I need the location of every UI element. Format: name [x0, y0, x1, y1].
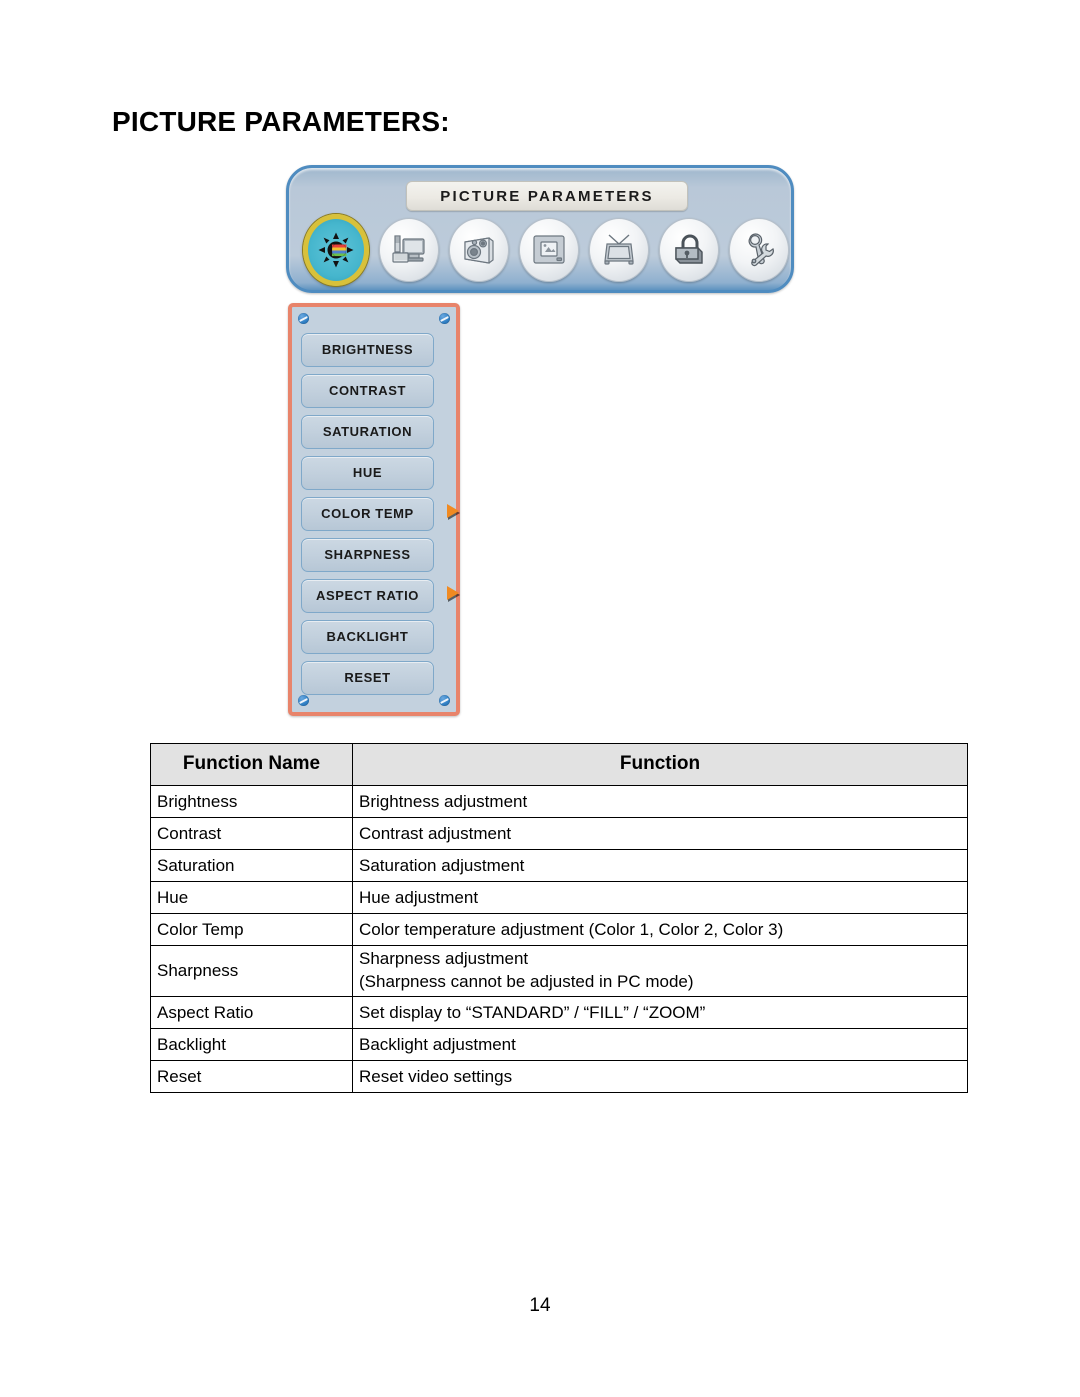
cell-function: Brightness adjustment [352, 785, 968, 818]
osd-menu-item-label: SATURATION [322, 424, 413, 439]
pc-monitor-icon[interactable] [379, 218, 439, 282]
osd-menu-item-saturation[interactable]: SATURATION [301, 411, 447, 452]
cell-function-name: Reset [150, 1059, 353, 1093]
audio-speaker-icon[interactable] [449, 218, 509, 282]
screw-icon [439, 313, 450, 324]
table-header-function-name: Function Name [150, 743, 353, 786]
cell-function: Set display to “STANDARD” / “FILL” / “ZO… [352, 995, 968, 1029]
cell-function: Backlight adjustment [352, 1027, 968, 1061]
osd-menu-item-color-temp[interactable]: COLOR TEMP [301, 493, 459, 534]
osd-toolbar-title-text: PICTURE PARAMETERS [440, 187, 654, 205]
cell-function-name: Contrast [150, 817, 353, 850]
function-table: Function Name Function Brightness Bright… [150, 743, 968, 1093]
table-header-function: Function [352, 743, 968, 786]
picture-icon[interactable] [303, 214, 369, 286]
cell-function: Contrast adjustment [352, 817, 968, 850]
setup-tools-icon[interactable] [729, 218, 789, 282]
osd-menu-list: BRIGHTNESS CONTRAST SATURATION HUE COLOR… [301, 329, 459, 698]
osd-menu-item-sharpness[interactable]: SHARPNESS [301, 534, 447, 575]
screen-mode-icon[interactable] [519, 218, 579, 282]
page-number: 14 [529, 1295, 551, 1316]
osd-menu-item-label: HUE [352, 465, 383, 480]
cell-function-name: Color Temp [150, 913, 353, 946]
cell-function-name: Brightness [150, 785, 353, 818]
table-row: Hue Hue adjustment [150, 881, 968, 914]
submenu-arrow-icon [447, 504, 459, 518]
table-row: Color Temp Color temperature adjustment … [150, 913, 968, 946]
cell-function: Saturation adjustment [352, 849, 968, 882]
cell-function: Sharpness adjustment (Sharpness cannot be… [352, 945, 968, 997]
cell-function-name: Hue [150, 881, 353, 914]
table-row: Reset Reset video settings [150, 1059, 968, 1093]
osd-menu-item-label: ASPECT RATIO [315, 588, 420, 603]
osd-menu-item-contrast[interactable]: CONTRAST [301, 370, 447, 411]
osd-menu-item-label: COLOR TEMP [321, 506, 414, 521]
table-row: Sharpness Sharpness adjustment (Sharpness… [150, 945, 968, 997]
table-row: Aspect Ratio Set display to “STANDARD” /… [150, 995, 968, 1029]
osd-menu-item-label: CONTRAST [328, 383, 407, 398]
parental-lock-icon[interactable] [659, 218, 719, 282]
osd-menu-item-label: RESET [344, 670, 391, 685]
cell-function: Color temperature adjustment (Color 1, C… [352, 913, 968, 946]
osd-menu-item-label: SHARPNESS [324, 547, 411, 562]
osd-menu-item-label: BACKLIGHT [326, 629, 409, 644]
cell-function-name: Aspect Ratio [150, 995, 353, 1029]
cell-function: Hue adjustment [352, 881, 968, 914]
osd-menu-item-reset[interactable]: RESET [301, 657, 447, 698]
osd-menu-item-aspect-ratio[interactable]: ASPECT RATIO [301, 575, 459, 616]
table-row: Saturation Saturation adjustment [150, 849, 968, 882]
osd-toolbar: PICTURE PARAMETERS [286, 165, 794, 293]
page-title: PICTURE PARAMETERS: [112, 106, 450, 137]
osd-toolbar-title: PICTURE PARAMETERS [406, 181, 688, 211]
submenu-arrow-icon [447, 586, 459, 600]
cell-function-name: Backlight [150, 1027, 353, 1061]
cell-function: Reset video settings [352, 1059, 968, 1093]
screw-icon [298, 313, 309, 324]
table-row: Contrast Contrast adjustment [150, 817, 968, 850]
osd-icon-row [303, 214, 789, 286]
cell-function-name: Sharpness [150, 945, 353, 997]
tv-tuner-icon[interactable] [589, 218, 649, 282]
osd-menu-panel: BRIGHTNESS CONTRAST SATURATION HUE COLOR… [288, 303, 460, 716]
osd-menu-item-brightness[interactable]: BRIGHTNESS [301, 329, 447, 370]
cell-function-name: Saturation [150, 849, 353, 882]
table-row: Brightness Brightness adjustment [150, 785, 968, 818]
osd-menu-item-hue[interactable]: HUE [301, 452, 447, 493]
osd-menu-item-backlight[interactable]: BACKLIGHT [301, 616, 447, 657]
table-row: Backlight Backlight adjustment [150, 1027, 968, 1061]
osd-menu-item-label: BRIGHTNESS [321, 342, 414, 357]
table-header-row: Function Name Function [150, 743, 968, 786]
